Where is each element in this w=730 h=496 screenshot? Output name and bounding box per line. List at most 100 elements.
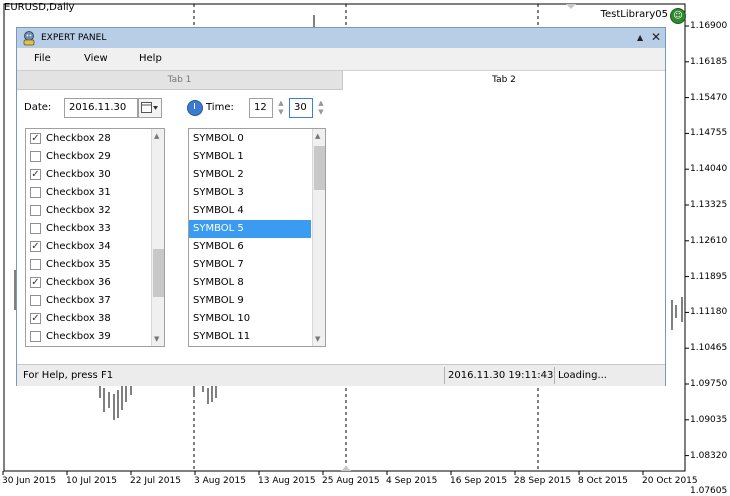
price-label: 1.11180 (690, 307, 728, 318)
symbol-list-item[interactable]: SYMBOL 4 (189, 202, 311, 220)
symbol-list-item[interactable]: SYMBOL 0 (189, 130, 311, 148)
hour-field[interactable]: 12 (249, 98, 273, 118)
checkbox-row[interactable]: Checkbox 35 (26, 256, 150, 274)
price-label: 1.09750 (690, 379, 728, 389)
menu-bar: File View Help (17, 48, 665, 71)
checkbox-row[interactable]: Checkbox 31 (26, 184, 150, 202)
checkbox-label: Checkbox 32 (46, 205, 111, 216)
date-label: 4 Sep 2015 (386, 476, 438, 486)
scroll-thumb[interactable] (314, 146, 325, 190)
date-label: Date: (24, 102, 52, 113)
checkbox-label: Checkbox 31 (46, 187, 111, 198)
robot-icon (23, 31, 35, 46)
symbol-list-item[interactable]: SYMBOL 11 (189, 328, 311, 346)
price-label: 1.07605 (690, 486, 728, 496)
symbol-list-item[interactable]: SYMBOL 10 (189, 310, 311, 328)
checkbox-row[interactable]: ✓ Checkbox 30 (26, 166, 150, 184)
checkbox-row[interactable]: ✓ Checkbox 36 (26, 274, 150, 292)
minute-field[interactable]: 30 (289, 98, 313, 118)
library-label: TestLibrary05 (600, 9, 668, 20)
date-label: 28 Sep 2015 (514, 476, 572, 486)
checkbox-checked[interactable]: ✓ (30, 133, 41, 144)
shift-marker (566, 4, 576, 9)
price-label: 1.12610 (690, 235, 728, 246)
status-datetime: 2016.11.30 19:11:43 (448, 370, 554, 381)
symbol-list-item[interactable]: SYMBOL 5 (189, 220, 311, 238)
status-state: Loading... (558, 370, 607, 381)
symbol-list-item[interactable]: SYMBOL 6 (189, 238, 311, 256)
price-label: 1.16185 (690, 56, 728, 67)
price-label: 1.14040 (690, 164, 728, 175)
status-divider (554, 367, 555, 384)
checkbox-label: Checkbox 35 (46, 259, 111, 270)
checkbox-checked[interactable]: ✓ (30, 241, 41, 252)
checkbox-list-scrollbar[interactable]: ▲ ▼ (151, 129, 164, 346)
clock-icon (187, 100, 203, 116)
price-label: 1.16900 (690, 21, 728, 31)
checkbox-row[interactable]: Checkbox 32 (26, 202, 150, 220)
checkbox-unchecked[interactable] (30, 331, 41, 342)
chart-symbol-label: EURUSD,Daily (4, 2, 75, 13)
tab-2[interactable]: Tab 2 (343, 71, 665, 90)
symbol-list-item[interactable]: SYMBOL 8 (189, 274, 311, 292)
minute-stepper[interactable]: ▲ ▼ (316, 99, 326, 117)
checkbox-label: Checkbox 34 (46, 241, 111, 252)
date-label: 8 Oct 2015 (578, 476, 628, 486)
symbol-list-item[interactable]: SYMBOL 9 (189, 292, 311, 310)
checkbox-label: Checkbox 29 (46, 151, 111, 162)
symbol-list-scrollbar[interactable]: ▲ ▼ (312, 129, 325, 346)
symbol-list-item[interactable]: SYMBOL 7 (189, 256, 311, 274)
date-label: 10 Jul 2015 (66, 476, 117, 486)
time-label: Time: (206, 102, 234, 113)
symbol-list-item[interactable]: SYMBOL 1 (189, 148, 311, 166)
checkbox-unchecked[interactable] (30, 187, 41, 198)
menu-view[interactable]: View (84, 53, 108, 64)
symbol-list-item[interactable]: SYMBOL 3 (189, 184, 311, 202)
checkbox-row[interactable]: ✓ Checkbox 34 (26, 238, 150, 256)
checkbox-label: Checkbox 30 (46, 169, 111, 180)
checkbox-row[interactable]: ✓ Checkbox 28 (26, 130, 150, 148)
date-label: 30 Jun 2015 (2, 476, 57, 486)
checkbox-row[interactable]: Checkbox 33 (26, 220, 150, 238)
checkbox-label: Checkbox 38 (46, 313, 111, 324)
checkbox-unchecked[interactable] (30, 205, 41, 216)
price-label: 1.15470 (690, 92, 728, 103)
panel-titlebar[interactable]: EXPERT PANEL ▲ ✕ (17, 28, 665, 48)
checkbox-unchecked[interactable] (30, 295, 41, 306)
date-label: 25 Aug 2015 (322, 476, 380, 486)
menu-file[interactable]: File (34, 53, 51, 64)
scroll-down-icon[interactable]: ▼ (315, 335, 320, 343)
shift-marker (341, 466, 351, 471)
checkbox-row[interactable]: Checkbox 39 (26, 328, 150, 346)
symbol-list-item[interactable]: SYMBOL 2 (189, 166, 311, 184)
checkbox-row[interactable]: ✓ Checkbox 38 (26, 310, 150, 328)
checkbox-checked[interactable]: ✓ (30, 313, 41, 324)
close-button[interactable]: ✕ (651, 30, 661, 44)
checkbox-label: Checkbox 36 (46, 277, 111, 288)
panel-title: EXPERT PANEL (41, 33, 107, 43)
price-label: 1.14755 (690, 128, 728, 139)
checkbox-label: Checkbox 28 (46, 133, 111, 144)
menu-help[interactable]: Help (139, 53, 162, 64)
scroll-up-icon[interactable]: ▲ (154, 132, 159, 140)
checkbox-unchecked[interactable] (30, 151, 41, 162)
calendar-dropdown-button[interactable] (138, 98, 162, 118)
hour-stepper[interactable]: ▲ ▼ (276, 99, 286, 117)
tab-1[interactable]: Tab 1 (17, 71, 343, 90)
scroll-down-icon[interactable]: ▼ (154, 335, 159, 343)
status-bar: For Help, press F1 2016.11.30 19:11:43 L… (17, 364, 665, 386)
checkbox-unchecked[interactable] (30, 259, 41, 270)
scroll-up-icon[interactable]: ▲ (315, 132, 320, 140)
status-help-text: For Help, press F1 (23, 370, 114, 381)
checkbox-row[interactable]: Checkbox 37 (26, 292, 150, 310)
checkbox-row[interactable]: Checkbox 29 (26, 148, 150, 166)
minimize-button[interactable]: ▲ (637, 33, 643, 42)
checkbox-unchecked[interactable] (30, 223, 41, 234)
calendar-icon (141, 101, 158, 113)
checkbox-checked[interactable]: ✓ (30, 169, 41, 180)
checkbox-checked[interactable]: ✓ (30, 277, 41, 288)
date-label: 20 Oct 2015 (642, 476, 698, 486)
checkbox-label: Checkbox 37 (46, 295, 111, 306)
scroll-thumb[interactable] (153, 249, 164, 297)
date-field[interactable]: 2016.11.30 (64, 98, 138, 118)
